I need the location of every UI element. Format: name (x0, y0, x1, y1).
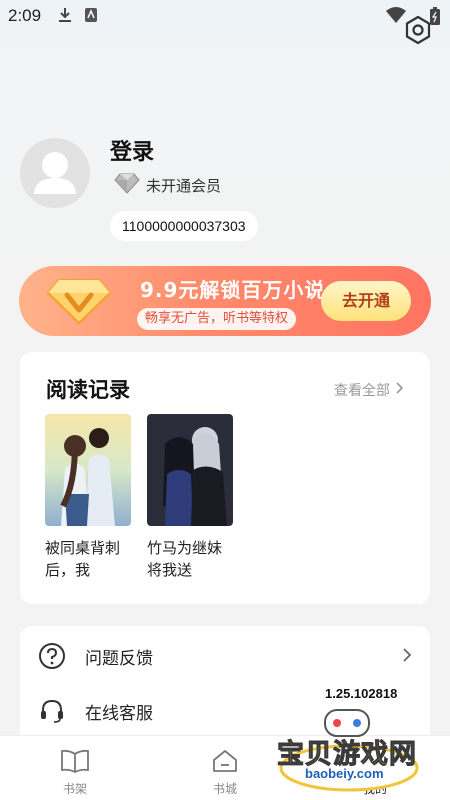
default-user-icon (34, 152, 76, 194)
status-time: 2:09 (8, 6, 42, 25)
user-id-badge: 1100000000037303 (110, 211, 258, 241)
menu-label: 问题反馈 (85, 648, 153, 669)
reading-history-title: 阅读记录 (46, 378, 130, 402)
tab-bookstore[interactable]: 书城 (195, 748, 255, 797)
chevron-right-icon (403, 647, 412, 666)
headset-icon (38, 697, 66, 725)
chevron-right-icon (396, 382, 404, 398)
book-item[interactable]: 被同桌背刺后，我 (45, 414, 131, 581)
book-cover (45, 414, 131, 526)
book-item[interactable]: 竹马为继妹将我送 (147, 414, 233, 581)
book-icon (60, 749, 90, 778)
book-title: 竹马为继妹将我送 (147, 539, 223, 579)
home-icon (210, 750, 240, 778)
app-version: 1.25.102818 (325, 686, 398, 701)
avatar[interactable] (20, 138, 90, 208)
status-bar: 2:09 (0, 0, 450, 34)
login-label[interactable]: 登录 (110, 134, 154, 166)
view-all-label: 查看全部 (334, 383, 390, 399)
book-title: 被同桌背刺后，我 (45, 539, 121, 579)
settings-button[interactable] (402, 14, 434, 46)
gold-gem-icon (46, 278, 112, 325)
watermark: 宝贝游戏网 baobeiy.com (275, 706, 425, 796)
menu-label: 在线客服 (85, 703, 153, 724)
question-circle-icon (38, 642, 66, 670)
watermark-url: baobeiy.com (305, 766, 384, 781)
tab-label: 书城 (212, 782, 237, 796)
download-icon (58, 7, 72, 27)
diamond-icon (114, 172, 140, 198)
banner-subtitle: 畅享无广告，听书等特权 (137, 308, 297, 330)
tab-label: 书架 (62, 782, 87, 796)
vip-banner[interactable]: 9.9元解锁百万小说 畅享无广告，听书等特权 去开通 (19, 266, 431, 336)
vip-status-text: 未开通会员 (146, 176, 222, 195)
vip-status-row: 未开通会员 (114, 172, 221, 198)
app-notification-icon (84, 7, 98, 27)
book-cover (147, 414, 233, 526)
banner-title: 9.9元解锁百万小说 (140, 278, 326, 302)
hexagon-settings-icon (402, 15, 434, 50)
activate-vip-button[interactable]: 去开通 (321, 281, 411, 321)
tab-bookshelf[interactable]: 书架 (45, 748, 105, 797)
view-all-link[interactable]: 查看全部 (334, 380, 404, 400)
menu-item-feedback[interactable]: 问题反馈 (20, 628, 430, 684)
reading-history-card: 阅读记录 查看全部 被同桌背刺后，我 竹马为继妹将我送 (20, 352, 430, 604)
